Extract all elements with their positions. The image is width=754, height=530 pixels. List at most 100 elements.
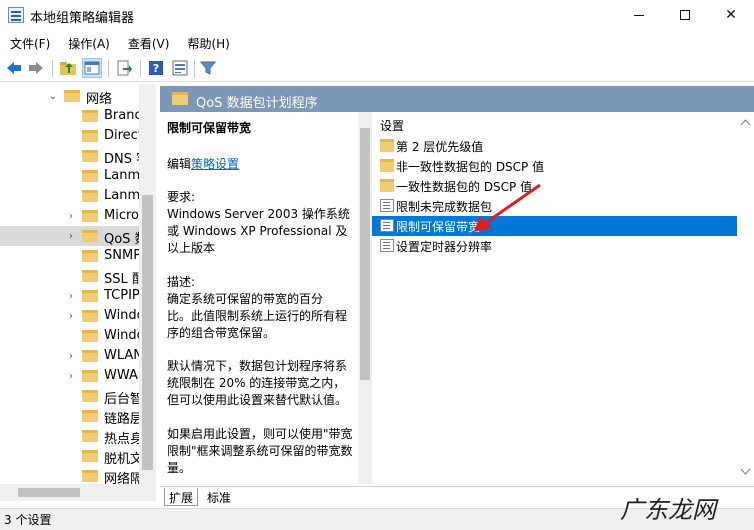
tree-item[interactable]: Brancl — [0, 106, 140, 126]
tree-item[interactable]: › TCPIP — [0, 286, 140, 306]
edit-policy-link[interactable]: 策略设置 — [191, 157, 239, 171]
tree-item[interactable]: › WWAI — [0, 366, 140, 386]
folder-icon — [380, 139, 394, 152]
settings-column-header[interactable]: 设置 — [380, 117, 404, 134]
menu-action[interactable]: 操作(A) — [58, 32, 118, 54]
settings-list-item-label: 设置定时器分辨率 — [396, 240, 493, 254]
enable-line-2: 限制"框来调整系统可保留的带宽数 — [167, 444, 353, 458]
watermark-text: 广东龙网 — [620, 496, 716, 524]
tree-vertical-scroll-thumb[interactable] — [142, 195, 153, 470]
tree-item[interactable]: SSL 配 — [0, 266, 140, 286]
tree-item[interactable]: Windo — [0, 326, 140, 346]
chevron-right-icon[interactable]: › — [66, 371, 76, 382]
tree-horizontal-scroll-thumb[interactable] — [18, 488, 80, 497]
description-line-3: 序的组合带宽保留。 — [167, 326, 276, 340]
tree-item[interactable]: Lanma — [0, 186, 140, 206]
toolbar-separator — [140, 60, 141, 77]
tree-item-label: Brancl — [104, 108, 140, 123]
folder-up-icon — [60, 62, 76, 75]
show-hide-tree-button[interactable] — [82, 58, 102, 78]
tree-item[interactable]: 网络隔 — [0, 466, 140, 486]
tree-item-label: Micro — [104, 208, 139, 223]
console-tree-icon — [84, 61, 100, 75]
toolbar-separator — [52, 60, 53, 77]
forward-button[interactable] — [26, 58, 46, 78]
folder-icon — [82, 250, 98, 262]
scroll-arrows-icon — [740, 119, 751, 475]
settings-list-item[interactable]: 设置定时器分辨率 — [372, 236, 750, 256]
tree-item-label: 链路层 — [104, 412, 140, 426]
requirements-line-3: 以上版本 — [167, 241, 216, 255]
settings-list-scrollbar[interactable] — [737, 112, 754, 484]
tree-item[interactable]: DNS 客 — [0, 146, 140, 166]
forward-arrow-icon — [29, 62, 43, 74]
description-line-1: 确定系统可保留的带宽的百分 — [167, 292, 324, 306]
tree-item[interactable]: Direct — [0, 126, 140, 146]
tree-item[interactable]: 脱机文 — [0, 446, 140, 466]
maximize-button[interactable] — [662, 0, 708, 30]
tree-item[interactable]: 后台智 — [0, 386, 140, 406]
tree-item-label: WWAI — [104, 368, 140, 383]
export-list-button[interactable] — [114, 58, 134, 78]
settings-list-item[interactable]: 限制未完成数据包 — [372, 196, 750, 216]
help-button[interactable]: ? — [146, 58, 166, 78]
tab-standard[interactable]: 标准 — [203, 488, 235, 506]
default-line-3: 但可以使用此设置来替代默认值。 — [167, 393, 348, 407]
menu-help[interactable]: 帮助(H) — [177, 32, 237, 54]
tree-item[interactable]: ⌄ 网络 — [0, 86, 140, 106]
folder-icon — [82, 270, 98, 282]
folder-icon — [82, 330, 98, 342]
filter-button[interactable] — [198, 58, 218, 78]
folder-icon — [82, 190, 98, 202]
menu-view[interactable]: 查看(V) — [118, 32, 178, 54]
folder-icon — [64, 90, 80, 102]
tree-item[interactable]: Lanma — [0, 166, 140, 186]
policy-doc-icon — [380, 239, 394, 252]
toolbar: ? — [0, 55, 754, 82]
folder-icon — [82, 350, 98, 362]
folder-icon — [380, 179, 394, 192]
description-pane: 限制可保留带宽 编辑策略设置 要求: Windows Server 2003 操… — [160, 112, 360, 484]
tree-item[interactable]: › Micro — [0, 206, 140, 226]
tree-item[interactable]: › WLAN — [0, 346, 140, 366]
chevron-down-icon[interactable]: ⌄ — [48, 91, 58, 102]
settings-list-item-label: 第 2 层优先级值 — [396, 140, 484, 154]
folder-icon — [82, 210, 98, 222]
tree-item[interactable]: › QoS 数 — [0, 226, 140, 246]
maximize-icon — [680, 10, 690, 20]
tree-item-label: SNMP — [104, 248, 140, 263]
settings-list-item-label: 非一致性数据包的 DSCP 值 — [396, 160, 545, 174]
up-level-button[interactable] — [58, 58, 78, 78]
properties-button[interactable] — [170, 58, 190, 78]
menu-file[interactable]: 文件(F) — [0, 32, 58, 54]
chevron-right-icon[interactable]: › — [66, 311, 76, 322]
settings-list-item[interactable]: 第 2 层优先级值 — [372, 136, 750, 156]
back-button[interactable] — [4, 58, 24, 78]
settings-list-item-label: 限制可保留带宽 — [396, 220, 481, 234]
svg-text:?: ? — [153, 62, 159, 75]
tab-extended[interactable]: 扩展 — [164, 488, 199, 506]
tree-item[interactable]: 热点身 — [0, 426, 140, 446]
settings-list-item[interactable]: 一致性数据包的 DSCP 值 — [372, 176, 750, 196]
close-icon: ✕ — [725, 7, 737, 23]
close-button[interactable]: ✕ — [708, 0, 754, 30]
filter-icon — [200, 61, 216, 75]
minimize-icon — [634, 14, 644, 16]
tree-item[interactable]: › Windo — [0, 306, 140, 326]
description-scroll-thumb[interactable] — [360, 128, 370, 380]
description-line-2: 比。此值限制系统上运行的所有程 — [167, 309, 348, 323]
tree-item[interactable]: SNMP — [0, 246, 140, 266]
settings-list-item[interactable]: 非一致性数据包的 DSCP 值 — [372, 156, 750, 176]
minimize-button[interactable] — [616, 0, 662, 30]
chevron-right-icon[interactable]: › — [66, 351, 76, 362]
details-header: QoS 数据包计划程序 — [160, 86, 754, 112]
tree-item[interactable]: 链路层 — [0, 406, 140, 426]
chevron-right-icon[interactable]: › — [66, 211, 76, 222]
chevron-right-icon[interactable]: › — [66, 291, 76, 302]
tree-item-label: 热点身 — [104, 432, 140, 446]
folder-icon — [82, 470, 98, 482]
tree-item-label: Lanma — [104, 168, 140, 183]
chevron-right-icon[interactable]: › — [66, 231, 76, 242]
settings-list-item[interactable]: 限制可保留带宽 — [372, 216, 750, 236]
tree-item-label: QoS 数 — [104, 232, 140, 246]
